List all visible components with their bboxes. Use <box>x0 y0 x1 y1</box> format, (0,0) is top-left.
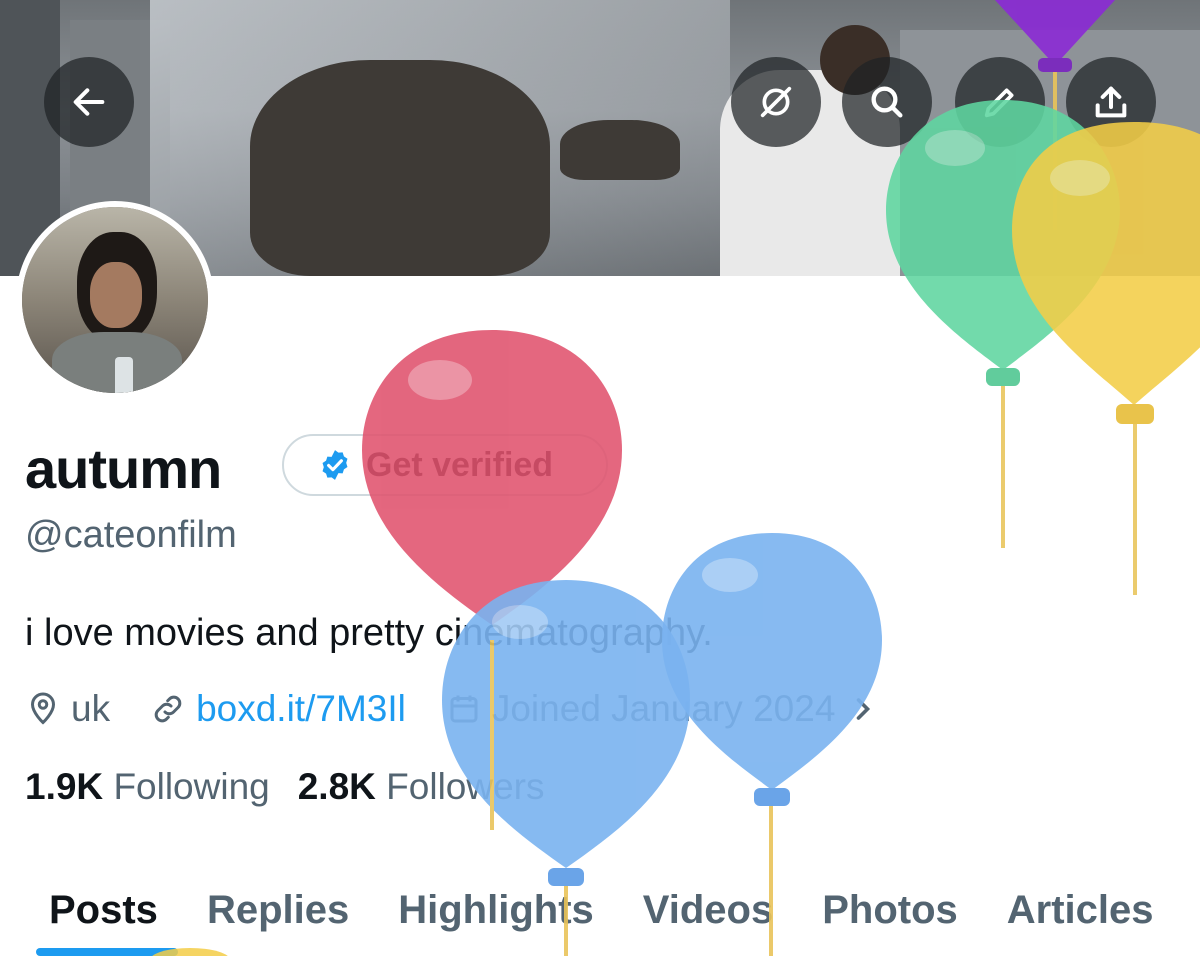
share-icon <box>1095 86 1127 118</box>
pencil-icon <box>984 88 1014 118</box>
followers-link[interactable]: 2.8K Followers <box>298 766 545 808</box>
verified-badge-icon <box>322 450 348 480</box>
location-item: uk <box>25 688 110 730</box>
profile-tabs: Posts Replies Highlights Videos Photos A… <box>0 865 1200 956</box>
joined-item[interactable]: Joined January 2024 <box>446 688 882 730</box>
search-icon <box>871 86 903 118</box>
edit-button[interactable] <box>955 57 1045 147</box>
profile-meta: uk boxd.it/7M3Il Joined January 2024 <box>25 684 921 734</box>
get-verified-button[interactable]: Get verified <box>282 434 608 496</box>
followers-label: Followers <box>386 766 545 807</box>
search-button[interactable] <box>842 57 932 147</box>
share-button[interactable] <box>1066 57 1156 147</box>
grok-button[interactable] <box>731 57 821 147</box>
tab-replies[interactable]: Replies <box>207 888 349 933</box>
location-pin-icon <box>30 692 56 725</box>
chevron-right-icon <box>857 698 871 720</box>
location-text: uk <box>71 688 111 729</box>
back-button[interactable] <box>44 57 134 147</box>
tab-articles[interactable]: Articles <box>1007 888 1154 933</box>
active-tab-indicator <box>36 948 178 956</box>
tab-posts[interactable]: Posts <box>49 888 158 933</box>
following-label: Following <box>113 766 270 807</box>
following-count: 1.9K <box>25 766 104 807</box>
tab-videos[interactable]: Videos <box>643 888 773 933</box>
follow-counts: 1.9K Following 2.8K Followers <box>25 766 545 808</box>
profile-bio: i love movies and pretty cinematography. <box>25 612 713 654</box>
calendar-icon <box>450 695 478 723</box>
following-link[interactable]: 1.9K Following <box>25 766 270 808</box>
get-verified-label: Get verified <box>366 445 554 484</box>
user-handle: @cateonfilm <box>25 514 237 556</box>
website-item[interactable]: boxd.it/7M3Il <box>150 688 406 730</box>
arrow-left-icon <box>73 88 105 116</box>
slash-circle-icon <box>760 86 792 118</box>
website-link[interactable]: boxd.it/7M3Il <box>196 688 406 730</box>
followers-count: 2.8K <box>297 766 376 807</box>
tab-highlights[interactable]: Highlights <box>398 888 594 933</box>
link-icon <box>154 695 182 723</box>
joined-text: Joined January 2024 <box>491 688 836 729</box>
display-name: autumn <box>25 437 222 500</box>
avatar[interactable] <box>16 201 214 399</box>
tab-photos[interactable]: Photos <box>822 888 958 933</box>
